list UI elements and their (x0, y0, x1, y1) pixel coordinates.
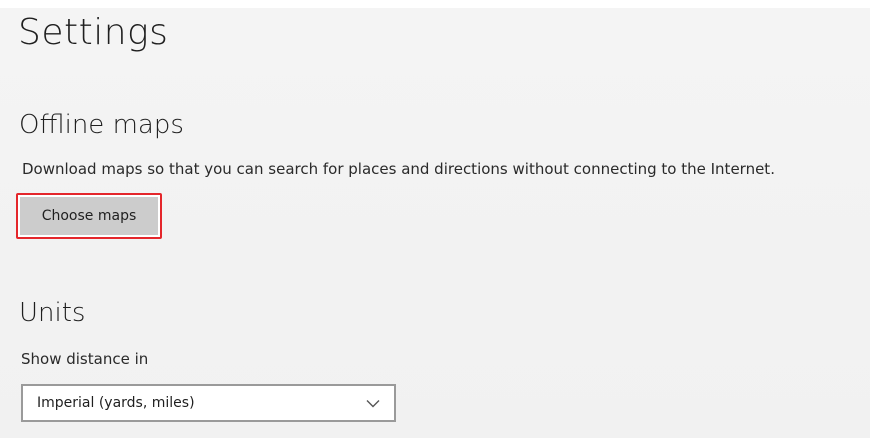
distance-unit-dropdown[interactable]: Imperial (yards, miles) (21, 384, 396, 422)
distance-unit-selected-value: Imperial (yards, miles) (37, 395, 195, 411)
settings-page: Settings Offline maps Download maps so t… (0, 0, 870, 438)
offline-maps-description: Download maps so that you can search for… (22, 160, 775, 178)
units-heading: Units (19, 298, 86, 328)
choose-maps-button-label: Choose maps (20, 197, 158, 235)
offline-maps-heading: Offline maps (19, 110, 184, 140)
choose-maps-button[interactable]: Choose maps (16, 193, 162, 239)
chevron-down-icon (366, 398, 380, 408)
page-title: Settings (18, 12, 169, 53)
distance-unit-label: Show distance in (21, 350, 149, 368)
